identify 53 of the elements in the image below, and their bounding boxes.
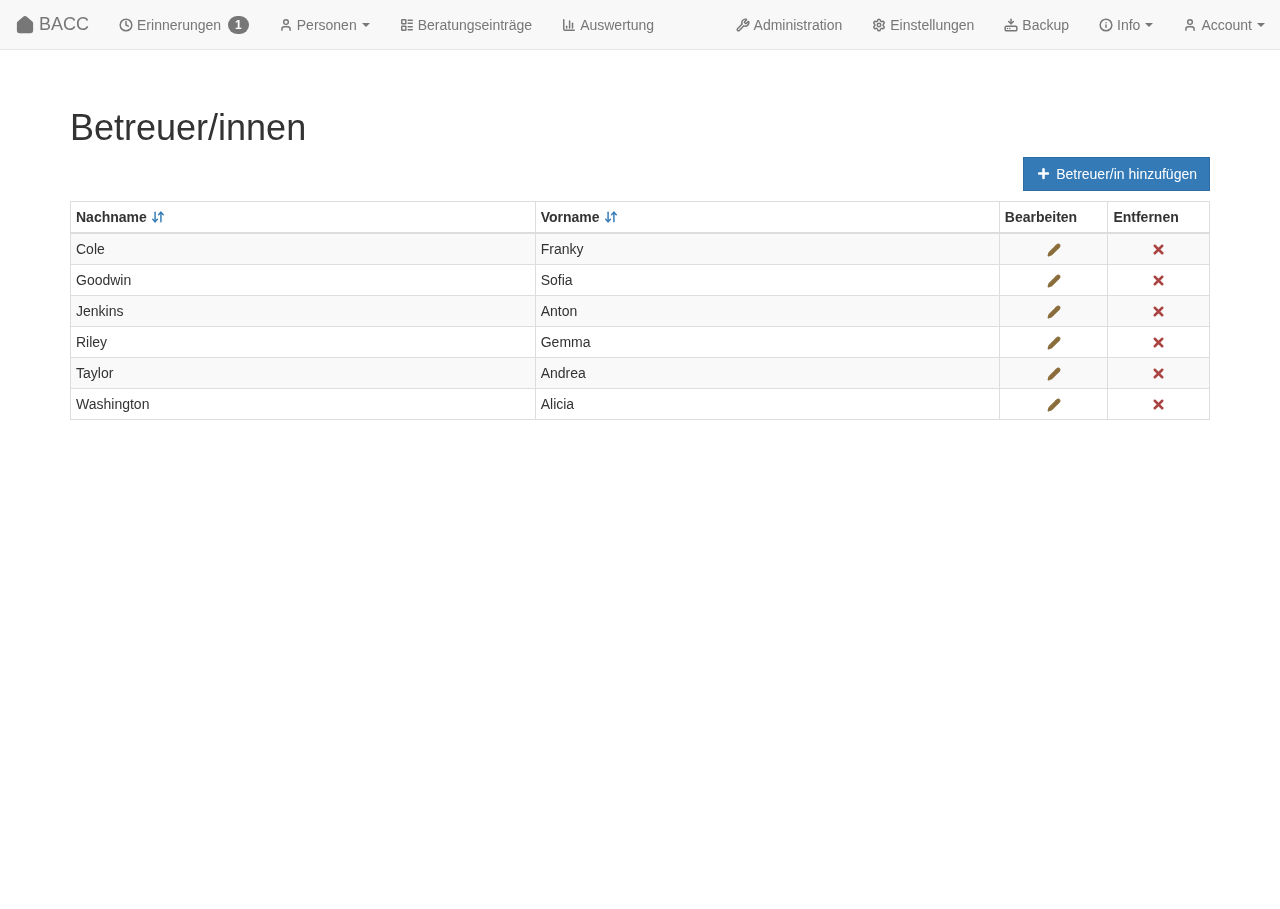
nav-link[interactable]: Auswertung: [547, 0, 670, 50]
column-header[interactable]: Vorname: [535, 201, 1000, 233]
table-cell: Alicia: [535, 388, 1000, 420]
info-icon: [1099, 17, 1114, 32]
nav-link[interactable]: Einstellungen: [857, 0, 990, 50]
table-cell: Andrea: [535, 357, 1000, 389]
user-icon: [278, 17, 293, 32]
table-cell: Franky: [535, 232, 1000, 265]
table-cell: Riley: [70, 326, 536, 358]
add-button[interactable]: Betreuer/in hinzufügen: [1023, 156, 1210, 191]
column-label: Vorname: [540, 208, 600, 225]
column-label: Bearbeiten: [1004, 208, 1078, 225]
nav-link[interactable]: Administration: [720, 0, 858, 50]
plus-icon: [1036, 166, 1052, 182]
nav-link[interactable]: Info: [1084, 0, 1169, 50]
count-badge: 1: [228, 15, 249, 34]
sort-icon[interactable]: [603, 209, 618, 224]
table-cell: Anton: [535, 295, 1000, 327]
nav-link[interactable]: Beratungseinträge: [384, 0, 548, 50]
edit-icon[interactable]: [1046, 242, 1061, 257]
caret-icon: [1145, 22, 1154, 27]
edit-icon[interactable]: [1046, 273, 1061, 288]
clock-icon: [119, 17, 133, 32]
bar-chart-icon: [562, 17, 577, 32]
column-label: Entfernen: [1113, 208, 1179, 225]
column-label: Nachname: [76, 208, 147, 225]
edit-icon[interactable]: [1046, 366, 1061, 381]
table-cell: Taylor: [70, 357, 536, 389]
edit-icon[interactable]: [1046, 335, 1061, 350]
edit-icon[interactable]: [1046, 397, 1061, 412]
table-cell: Goodwin: [70, 264, 536, 296]
caret-icon: [361, 22, 370, 27]
user-icon: [1183, 17, 1198, 32]
drive-icon: [1004, 17, 1019, 32]
table-cell: Cole: [70, 232, 536, 265]
edit-icon[interactable]: [1046, 304, 1061, 319]
settings-icon: [872, 17, 887, 32]
nav-link[interactable]: Account: [1168, 0, 1280, 50]
table-cell: Gemma: [535, 326, 1000, 358]
table-cell: Sofia: [535, 264, 1000, 296]
nav-link[interactable]: Erinnerungen 1: [104, 0, 264, 50]
list-icon: [399, 17, 414, 32]
home-icon: [15, 14, 35, 35]
table-cell: Jenkins: [70, 295, 536, 327]
caret-icon: [1257, 22, 1265, 27]
table-cell: Washington: [70, 388, 536, 420]
wrench-icon: [735, 17, 750, 32]
sort-icon[interactable]: [150, 209, 165, 224]
nav-link[interactable]: Backup: [989, 0, 1085, 50]
brand-link[interactable]: BACC: [15, 14, 89, 35]
column-header[interactable]: Nachname: [70, 201, 536, 233]
nav-link[interactable]: Personen: [263, 0, 385, 50]
page-title: Betreuer/innen: [70, 108, 308, 148]
